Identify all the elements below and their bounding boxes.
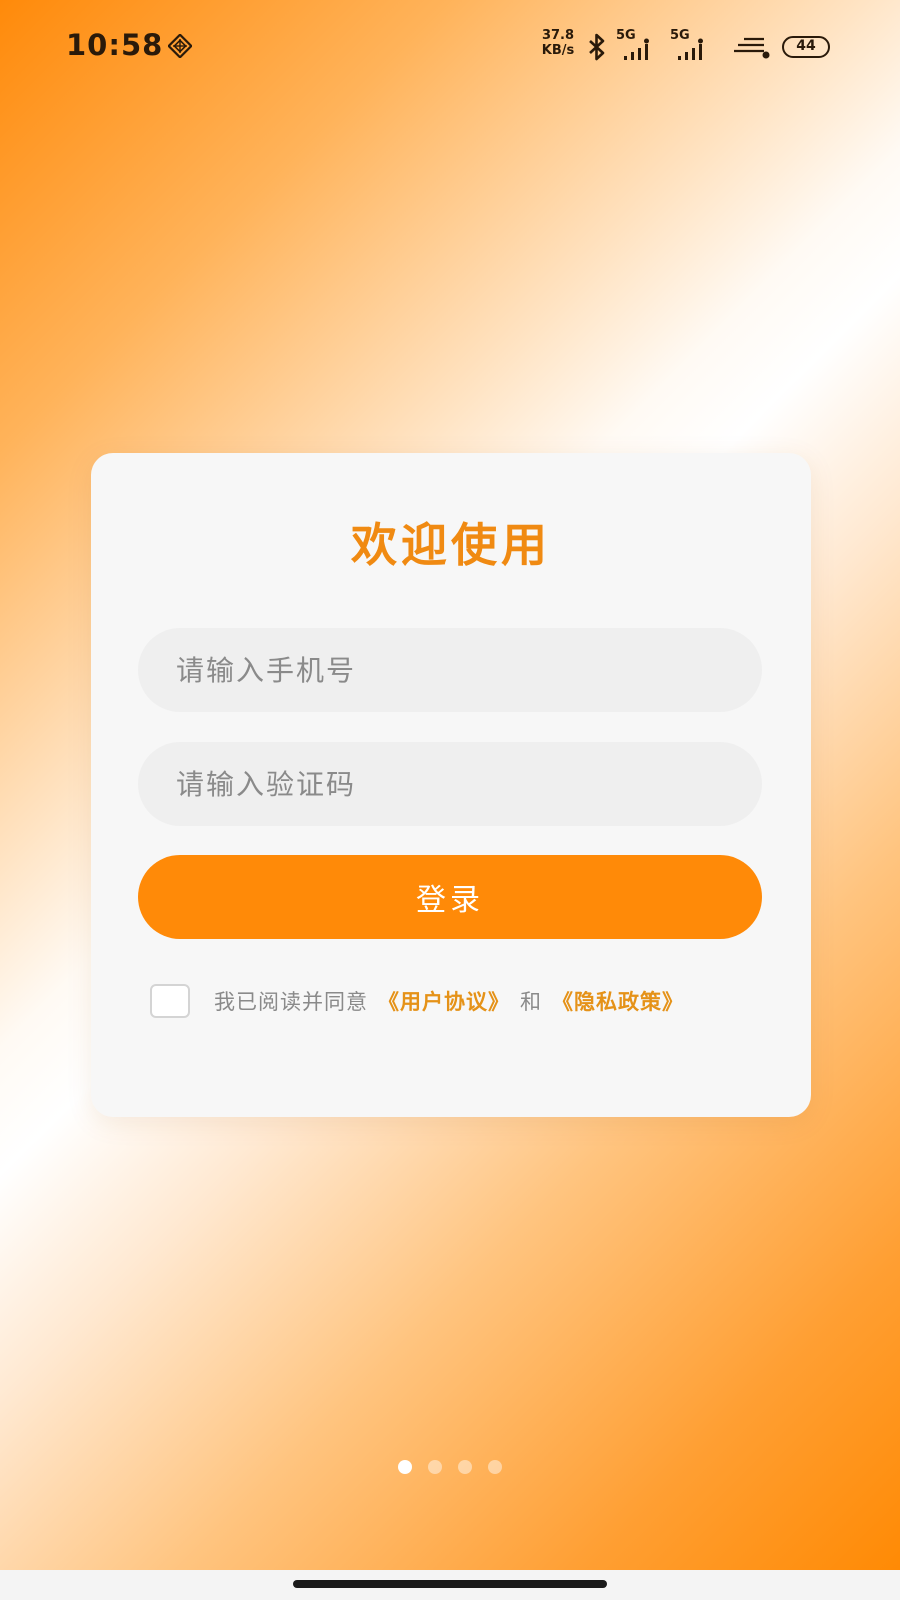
login-screen: 10:58 37.8 KB/s 5G 5G 44 欢迎使用 请输入手机号 请输入… [0, 0, 900, 1600]
home-indicator[interactable] [293, 1580, 607, 1588]
page-dot[interactable] [428, 1460, 442, 1474]
verification-code-input[interactable] [138, 742, 762, 826]
privacy-policy-link[interactable]: 《隐私政策》 [552, 986, 684, 1016]
system-navigation-bar [0, 1570, 900, 1600]
signal-5g-2: 5G [670, 28, 718, 62]
welcome-title: 欢迎使用 [351, 518, 551, 572]
wifi-icon [734, 37, 770, 59]
agreement-text: 我已阅读并同意 [214, 990, 368, 1014]
status-bar: 10:58 37.8 KB/s 5G 5G 44 [0, 0, 900, 92]
signal-bars-icon [678, 38, 703, 60]
bluetooth-icon [589, 33, 605, 61]
page-dot[interactable] [488, 1460, 502, 1474]
network-speed: 37.8 KB/s [536, 28, 580, 58]
login-card: 欢迎使用 登录 我已阅读并同意 《用户协议》 和 《隐私政策》 [91, 453, 811, 1117]
network-speed-value: 37.8 [541, 28, 575, 43]
page-dot[interactable] [398, 1460, 412, 1474]
battery-indicator: 44 [782, 36, 830, 58]
agreement-row: 我已阅读并同意 《用户协议》 和 《隐私政策》 [150, 981, 694, 1021]
network-speed-unit: KB/s [541, 43, 575, 58]
phone-input[interactable] [138, 628, 762, 712]
notification-icon [168, 34, 192, 58]
user-agreement-link[interactable]: 《用户协议》 [378, 986, 510, 1016]
login-button[interactable]: 登录 [138, 855, 762, 939]
status-time: 10:58 [66, 28, 164, 62]
page-dot[interactable] [458, 1460, 472, 1474]
agreement-and-text: 和 [520, 990, 542, 1014]
signal-bars-icon [624, 38, 649, 60]
signal-5g-1: 5G [616, 28, 664, 62]
agreement-checkbox[interactable] [150, 984, 190, 1018]
page-indicator [0, 1460, 900, 1474]
